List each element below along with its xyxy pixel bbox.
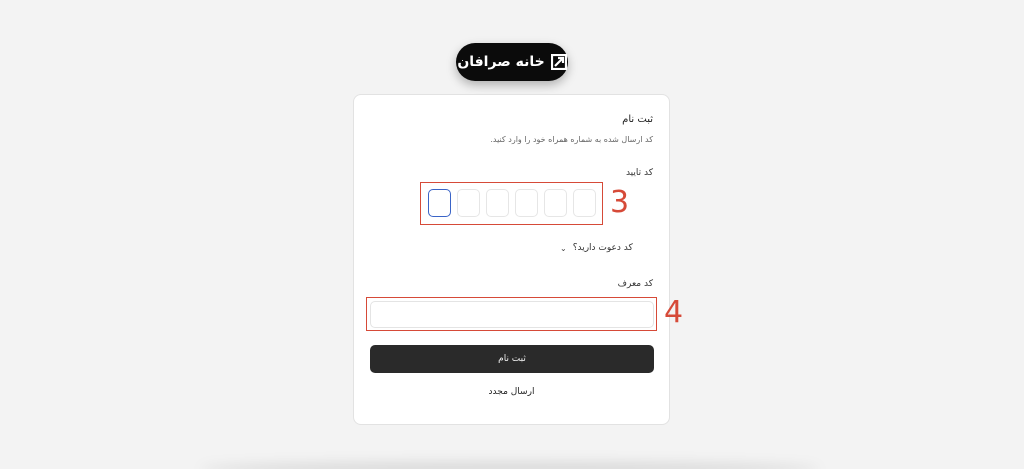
annotation-number-referral: 4: [664, 295, 684, 330]
signup-submit-button[interactable]: ثبت نام: [370, 345, 654, 373]
annotation-box-referral: [366, 297, 657, 331]
otp-label: کد تایید: [625, 168, 653, 178]
bottom-shadow: [200, 462, 820, 469]
brand-name: خانه صرافان: [457, 54, 545, 70]
invite-code-toggle[interactable]: کد دعوت دارید؟ ⌄: [560, 243, 633, 253]
signup-page: خانه صرافان ثبت نام کد ارسال شده به شمار…: [0, 0, 1024, 469]
brand-logo: خانه صرافان: [456, 43, 568, 81]
form-subtitle: کد ارسال شده به شماره همراه خود را وارد …: [490, 135, 653, 144]
chevron-down-icon: ⌄: [560, 243, 567, 253]
annotation-box-otp: [420, 182, 603, 225]
form-title: ثبت نام: [622, 114, 653, 125]
referral-label: کد معرف: [617, 279, 653, 289]
signup-card: ثبت نام کد ارسال شده به شماره همراه خود …: [353, 94, 670, 425]
annotation-number-otp: 3: [610, 185, 630, 220]
resend-code-link[interactable]: ارسال مجدد: [354, 387, 669, 397]
invite-code-toggle-label: کد دعوت دارید؟: [572, 243, 633, 253]
brand-mark-icon: [550, 54, 567, 70]
